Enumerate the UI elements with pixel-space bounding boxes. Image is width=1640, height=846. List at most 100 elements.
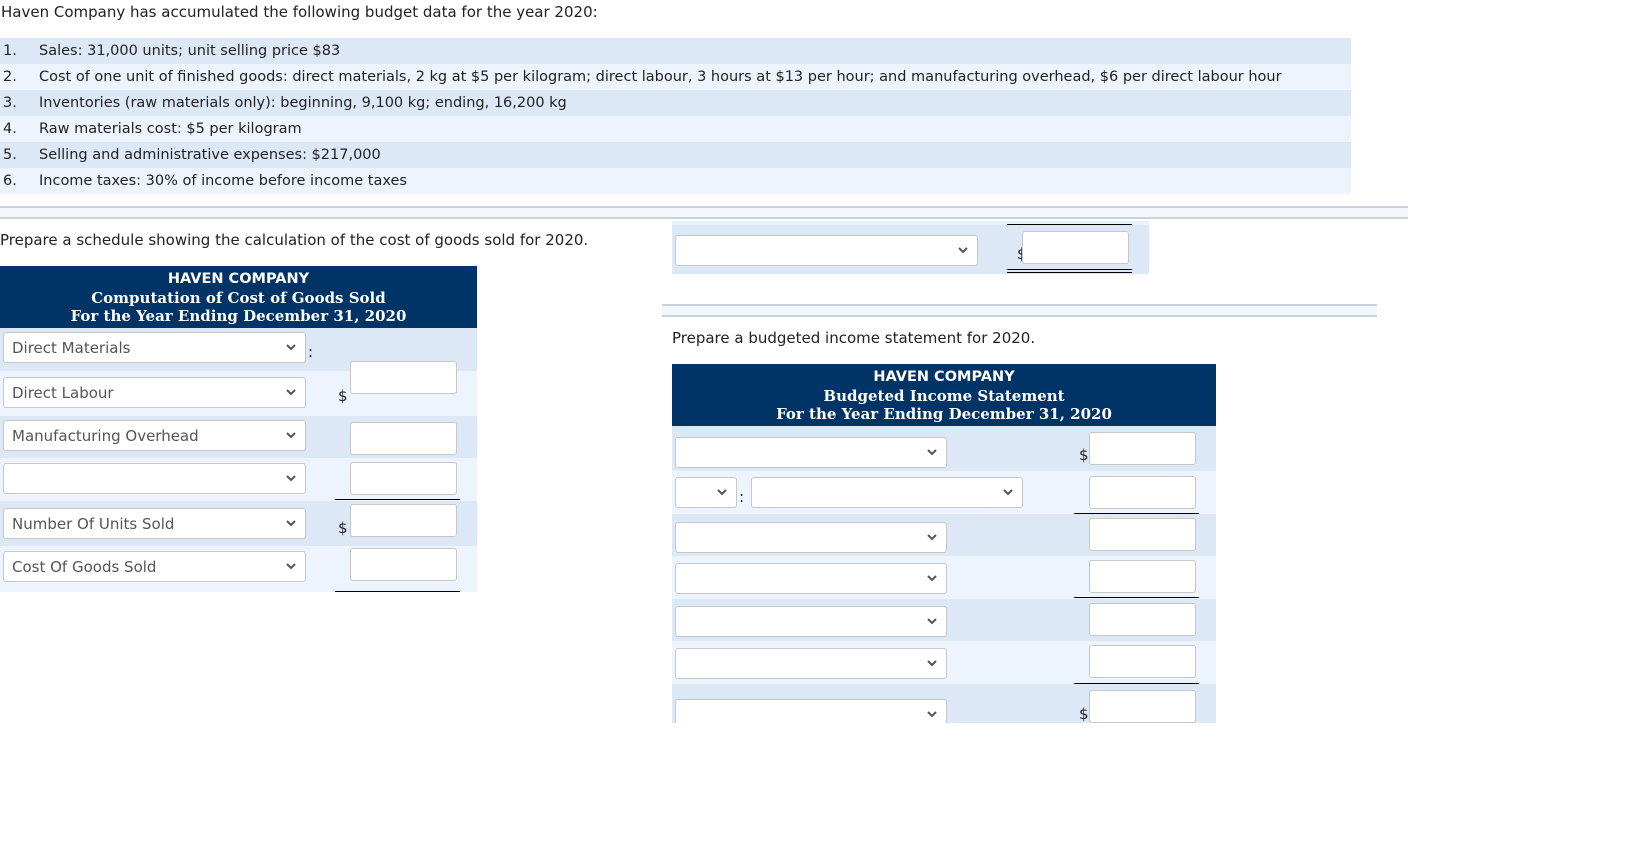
line-item-select[interactable] xyxy=(3,463,306,494)
income-statement: HAVEN COMPANY Budgeted Income Statement … xyxy=(672,364,1216,723)
line-item-select[interactable]: Direct Materials xyxy=(3,332,306,363)
item-number: 1. xyxy=(3,43,17,59)
statement-period: For the Year Ending December 31, 2020 xyxy=(70,307,407,325)
line-item-select[interactable] xyxy=(675,699,947,723)
total-double-underline xyxy=(1007,269,1132,270)
cogs-header: HAVEN COMPANY Computation of Cost of Goo… xyxy=(0,266,477,328)
item-text: Cost of one unit of finished goods: dire… xyxy=(39,69,1282,85)
chevron-down-icon xyxy=(285,517,297,529)
select-value: Cost Of Goods Sold xyxy=(12,557,157,576)
item-number: 3. xyxy=(3,95,17,111)
subtotal-underline xyxy=(335,499,460,500)
line-item-select[interactable]: Manufacturing Overhead xyxy=(3,420,306,451)
line-item-select[interactable]: Cost Of Goods Sold xyxy=(3,551,306,582)
cogs-prompt: Prepare a schedule showing the calculati… xyxy=(0,231,589,249)
dollar-sign: $ xyxy=(1079,705,1089,723)
select-value: Number Of Units Sold xyxy=(12,514,175,533)
total-overline xyxy=(1007,224,1132,225)
item-text: Raw materials cost: $5 per kilogram xyxy=(39,121,302,137)
amount-input[interactable] xyxy=(1089,518,1196,551)
dollar-sign: $ xyxy=(338,387,348,405)
list-item: 4. Raw materials cost: $5 per kilogram xyxy=(0,116,1351,142)
amount-input[interactable] xyxy=(350,548,457,581)
chevron-down-icon xyxy=(926,531,938,543)
dollar-sign: $ xyxy=(1079,446,1089,464)
table-row xyxy=(672,641,1216,684)
colon: : xyxy=(308,343,314,361)
table-row xyxy=(672,599,1216,641)
chevron-down-icon xyxy=(285,560,297,572)
statement-title: Budgeted Income Statement xyxy=(823,386,1065,405)
item-text: Income taxes: 30% of income before incom… xyxy=(39,173,407,189)
amount-input[interactable] xyxy=(1089,432,1196,465)
colon: : xyxy=(739,488,745,506)
table-row: Number Of Units Sold $ xyxy=(0,501,477,546)
income-header: HAVEN COMPANY Budgeted Income Statement … xyxy=(672,364,1216,426)
line-item-select[interactable]: Number Of Units Sold xyxy=(3,508,306,539)
company-name: HAVEN COMPANY xyxy=(167,271,310,287)
chevron-down-icon xyxy=(926,708,938,720)
item-number: 6. xyxy=(3,173,17,189)
table-row: Direct Labour $ xyxy=(0,361,477,416)
amount-input[interactable] xyxy=(1089,560,1196,593)
amount-input[interactable] xyxy=(1089,690,1196,723)
select-value: Manufacturing Overhead xyxy=(12,426,199,445)
amount-input[interactable] xyxy=(1089,603,1196,636)
chevron-down-icon xyxy=(716,486,728,498)
item-text: Selling and administrative expenses: $21… xyxy=(39,147,381,163)
amount-input[interactable] xyxy=(1089,645,1196,678)
subtotal-underline xyxy=(1074,597,1199,598)
chevron-down-icon xyxy=(285,386,297,398)
chevron-down-icon xyxy=(926,657,938,669)
table-row xyxy=(672,556,1216,599)
line-item-select[interactable] xyxy=(675,235,978,266)
section-divider xyxy=(0,206,1408,219)
table-row: Manufacturing Overhead xyxy=(0,416,477,458)
table-row xyxy=(0,458,477,501)
chevron-down-icon xyxy=(957,244,969,256)
chevron-down-icon xyxy=(926,572,938,584)
amount-input[interactable] xyxy=(1089,476,1196,509)
table-row: : xyxy=(672,471,1216,514)
statement-title: Computation of Cost of Goods Sold xyxy=(91,288,386,307)
line-item-select[interactable] xyxy=(751,477,1023,508)
amount-input[interactable] xyxy=(350,504,457,537)
amount-input[interactable] xyxy=(350,422,457,455)
dollar-sign: $ xyxy=(338,519,348,537)
budget-data-list: 1. Sales: 31,000 units; unit selling pric… xyxy=(0,38,1351,194)
list-item: 1. Sales: 31,000 units; unit selling pric… xyxy=(0,38,1351,64)
intro-text: Haven Company has accumulated the follow… xyxy=(1,3,598,21)
item-text: Inventories (raw materials only): beginn… xyxy=(39,95,567,111)
chevron-down-icon xyxy=(926,615,938,627)
item-number: 4. xyxy=(3,121,17,137)
line-item-select[interactable] xyxy=(675,606,947,637)
line-item-select[interactable] xyxy=(675,563,947,594)
prefix-select[interactable] xyxy=(675,477,737,508)
chevron-down-icon xyxy=(926,446,938,458)
line-item-select[interactable] xyxy=(675,648,947,679)
item-number: 2. xyxy=(3,69,17,85)
list-item: 6. Income taxes: 30% of income before inc… xyxy=(0,168,1351,194)
subtotal-underline xyxy=(335,591,460,592)
line-item-select[interactable] xyxy=(675,522,947,553)
cogs-schedule: HAVEN COMPANY Computation of Cost of Goo… xyxy=(0,266,477,592)
chevron-down-icon xyxy=(1002,486,1014,498)
table-row: $ xyxy=(672,426,1216,471)
item-number: 5. xyxy=(3,147,17,163)
line-item-select[interactable]: Direct Labour xyxy=(3,377,306,408)
list-item: 2. Cost of one unit of finished goods: di… xyxy=(0,64,1351,90)
cogs-total-row: $ xyxy=(672,221,1149,274)
total-double-underline xyxy=(1007,272,1132,273)
amount-input[interactable] xyxy=(350,462,457,495)
statement-period: For the Year Ending December 31, 2020 xyxy=(776,405,1112,423)
line-item-select[interactable] xyxy=(675,437,947,468)
chevron-down-icon xyxy=(285,429,297,441)
item-text: Sales: 31,000 units; unit selling price … xyxy=(39,43,341,59)
income-prompt: Prepare a budgeted income statement for … xyxy=(672,329,1036,347)
amount-input[interactable] xyxy=(1022,231,1129,264)
company-name: HAVEN COMPANY xyxy=(873,369,1015,385)
section-divider xyxy=(662,304,1377,317)
chevron-down-icon xyxy=(285,341,297,353)
chevron-down-icon xyxy=(285,472,297,484)
amount-input[interactable] xyxy=(350,361,457,394)
